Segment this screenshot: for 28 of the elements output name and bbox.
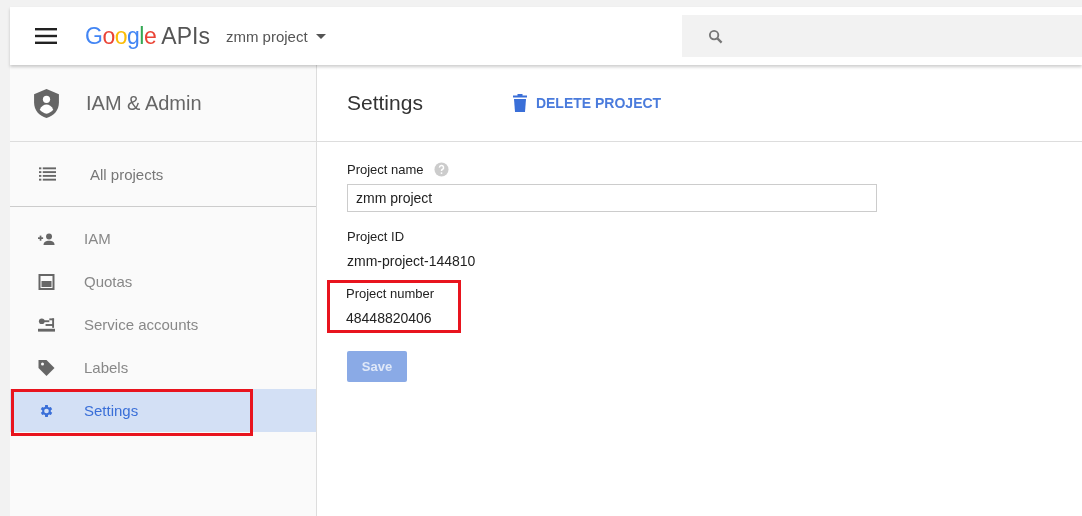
search-icon — [708, 28, 723, 44]
sidebar-item[interactable]: IAM — [10, 217, 316, 260]
field-label: Project number — [346, 286, 435, 301]
caret-icon — [315, 33, 326, 39]
sidebar-item[interactable]: Service accounts — [10, 303, 316, 346]
field-value: 48448820406 — [346, 310, 433, 326]
shield-icon — [34, 88, 59, 118]
list-icon — [39, 166, 56, 182]
sidebar-item[interactable]: Labels — [10, 346, 316, 389]
page-title: Settings — [347, 91, 423, 115]
trash-icon — [512, 94, 527, 112]
calendar-icon — [38, 273, 55, 290]
tag-icon — [38, 359, 55, 376]
sidebar-title: IAM & Admin — [86, 91, 202, 115]
project-selector[interactable]: zmm project — [225, 27, 326, 45]
google-apis-logo[interactable]: Google APIs — [85, 22, 210, 50]
sidebar-item[interactable]: All projects — [10, 142, 316, 207]
menu-icon[interactable] — [35, 28, 57, 44]
sidebar-item[interactable]: Quotas — [10, 260, 316, 303]
field-value: zmm-project-144810 — [347, 253, 476, 269]
field-label: Project ID — [347, 229, 406, 244]
delete-project-button[interactable]: DELETE PROJECT — [512, 94, 662, 112]
field-label: Project name — [347, 162, 424, 177]
key-card-icon — [38, 316, 55, 333]
search-field[interactable] — [682, 15, 1082, 57]
project-name-field[interactable]: zmm project — [347, 184, 877, 212]
help-icon[interactable] — [433, 162, 449, 177]
settings-icon — [38, 402, 55, 419]
